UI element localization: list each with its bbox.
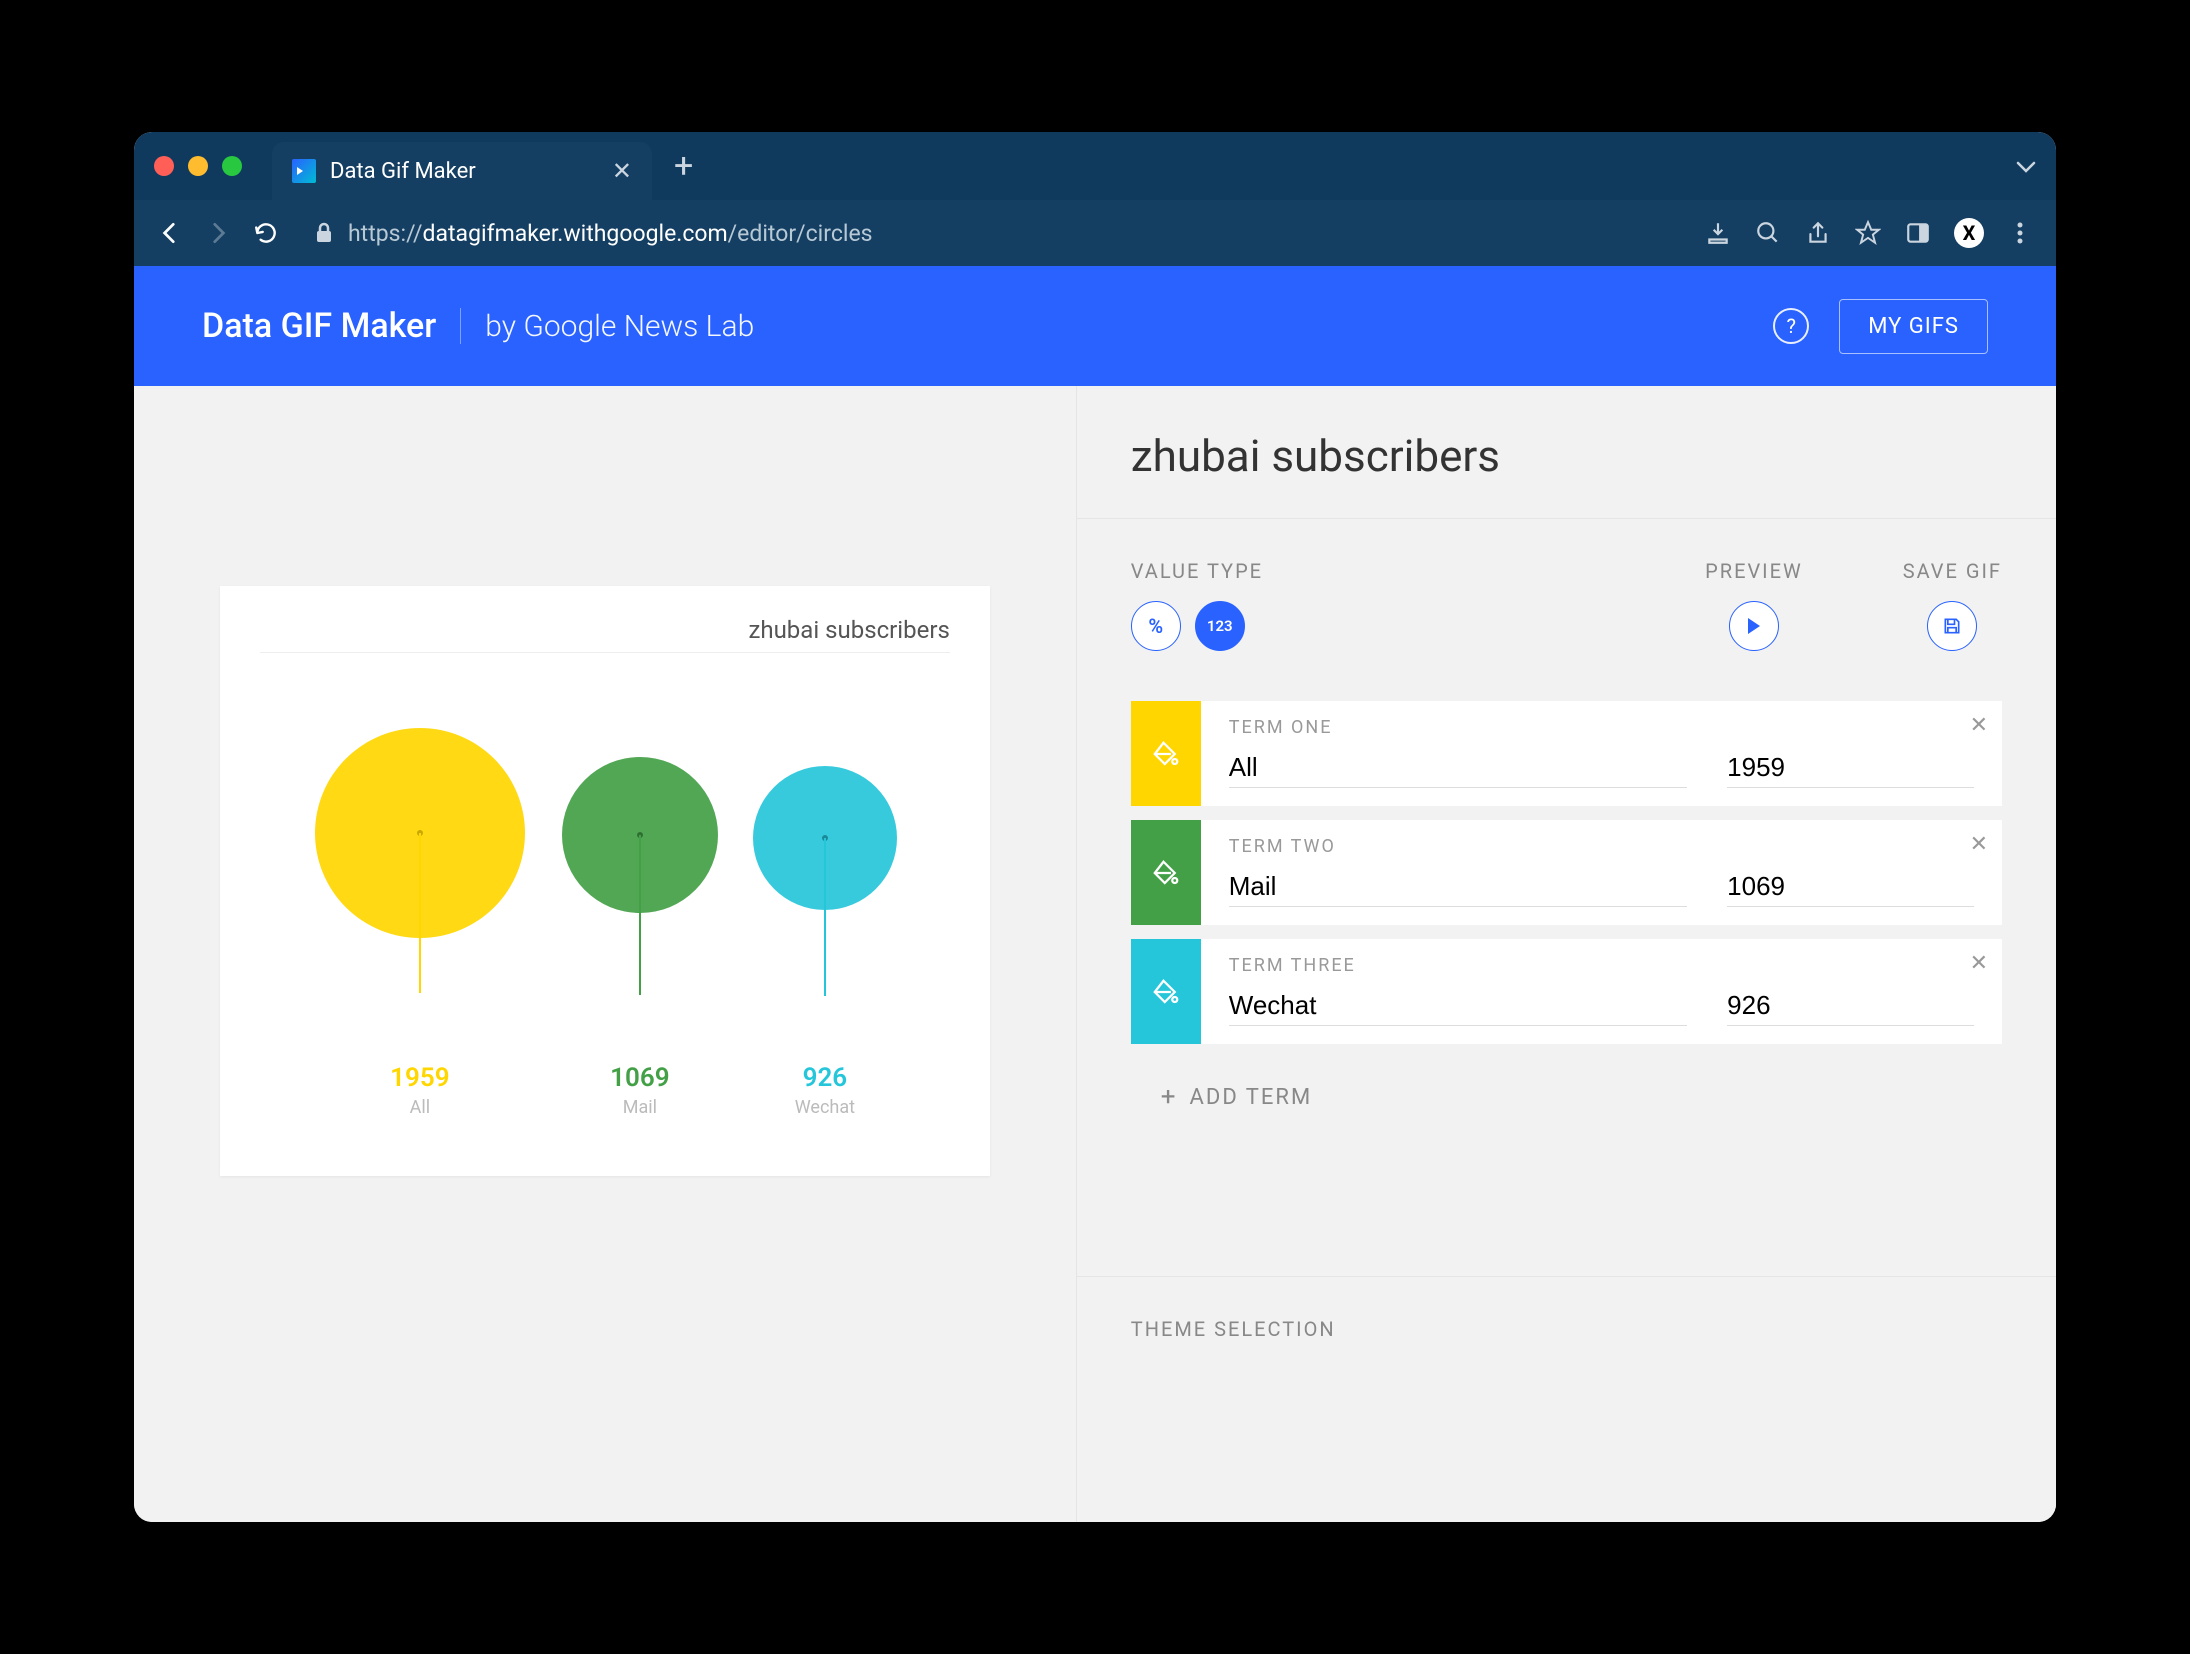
chart-value-0: 1959 All [310, 1063, 530, 1118]
plus-icon: + [1161, 1082, 1178, 1112]
term-value-input[interactable] [1727, 986, 1974, 1026]
help-icon[interactable]: ? [1773, 308, 1809, 344]
app-title: Data GIF Maker [202, 306, 436, 346]
value-type-label: VALUE TYPE [1131, 559, 1263, 583]
term-row-1: TERM ONE ✕ [1131, 701, 2002, 806]
share-icon[interactable] [1804, 220, 1832, 246]
save-button[interactable] [1927, 601, 1977, 651]
preview-label: PREVIEW [1705, 559, 1803, 583]
term-color-swatch[interactable] [1131, 939, 1201, 1044]
new-tab-button[interactable]: + [674, 146, 693, 186]
app-header: Data GIF Maker by Google News Lab ? MY G… [134, 266, 2056, 386]
term-color-swatch[interactable] [1131, 701, 1201, 806]
menu-icon[interactable] [2006, 221, 2034, 245]
forward-button[interactable] [204, 220, 232, 246]
tabs-chevron-icon[interactable] [2016, 154, 2036, 179]
bookmark-star-icon[interactable] [1854, 220, 1882, 246]
chart-stem [639, 835, 641, 995]
chart-circle-2 [750, 763, 900, 913]
chart-value-1: 1069 Mail [560, 1063, 720, 1118]
fill-icon [1151, 858, 1181, 888]
play-button[interactable] [1729, 601, 1779, 651]
preview-pane: zhubai subscribers [134, 386, 1076, 1522]
install-icon[interactable] [1704, 220, 1732, 246]
percent-button[interactable]: % [1131, 601, 1181, 651]
maximize-window-button[interactable] [222, 156, 242, 176]
chart-value-num: 1069 [560, 1063, 720, 1093]
chart-value-label: Mail [560, 1097, 720, 1118]
tab-favicon [292, 159, 316, 183]
save-icon [1942, 616, 1962, 636]
chart-title: zhubai subscribers [260, 616, 950, 653]
back-button[interactable] [156, 220, 184, 246]
fill-icon [1151, 977, 1181, 1007]
term-name-input[interactable] [1229, 867, 1687, 907]
address-bar[interactable]: https://datagifmaker.withgoogle.com/edit… [300, 220, 1684, 247]
add-term-label: ADD TERM [1190, 1085, 1313, 1110]
editor-title[interactable]: zhubai subscribers [1131, 430, 2002, 482]
term-name-input[interactable] [1229, 986, 1687, 1026]
term-remove-icon[interactable]: ✕ [1970, 713, 1988, 738]
term-label: TERM THREE [1229, 955, 1974, 976]
chart-values: 1959 All 1069 Mail 926 Wechat [260, 1063, 950, 1118]
editor-title-row: zhubai subscribers [1077, 386, 2056, 519]
close-window-button[interactable] [154, 156, 174, 176]
chart-circle-0 [310, 723, 530, 943]
profile-avatar[interactable]: X [1954, 218, 1984, 248]
term-row-2: TERM TWO ✕ [1131, 820, 2002, 925]
minimize-window-button[interactable] [188, 156, 208, 176]
number-button[interactable]: 123 [1195, 601, 1245, 651]
titlebar: Data Gif Maker ✕ + [134, 132, 2056, 200]
term-value-input[interactable] [1727, 748, 1974, 788]
term-color-swatch[interactable] [1131, 820, 1201, 925]
value-type-group: VALUE TYPE % 123 [1131, 559, 1263, 651]
chart-value-label: All [310, 1097, 530, 1118]
term-name-input[interactable] [1229, 748, 1687, 788]
chart-value-num: 1959 [310, 1063, 530, 1093]
url-text: https://datagifmaker.withgoogle.com/edit… [348, 220, 873, 247]
term-label: TERM TWO [1229, 836, 1974, 857]
theme-selection-label: THEME SELECTION [1131, 1317, 1336, 1341]
add-term-button[interactable]: + ADD TERM [1131, 1058, 2002, 1136]
theme-selection-section[interactable]: THEME SELECTION [1077, 1276, 2056, 1381]
chart-card: zhubai subscribers [220, 586, 990, 1176]
app-subtitle: by Google News Lab [485, 309, 754, 344]
tab-title: Data Gif Maker [330, 159, 476, 184]
term-label: TERM ONE [1229, 717, 1974, 738]
editor-controls: VALUE TYPE % 123 PREVIEW SAVE GIF [1077, 519, 2056, 701]
save-group: SAVE GIF [1903, 559, 2002, 651]
zoom-icon[interactable] [1754, 220, 1782, 246]
chart-stem [419, 833, 421, 993]
term-remove-icon[interactable]: ✕ [1970, 832, 1988, 857]
browser-toolbar: https://datagifmaker.withgoogle.com/edit… [134, 200, 2056, 266]
main: zhubai subscribers [134, 386, 2056, 1522]
tab-close-icon[interactable]: ✕ [612, 157, 632, 185]
chart-stem [824, 838, 826, 996]
browser-tab[interactable]: Data Gif Maker ✕ [272, 142, 652, 200]
browser-window: Data Gif Maker ✕ + https://datagifmaker.… [134, 132, 2056, 1522]
chart-area [260, 723, 950, 1053]
preview-group: PREVIEW [1705, 559, 1803, 651]
chart-circle-1 [560, 755, 720, 915]
terms-list: TERM ONE ✕ TERM TWO [1077, 701, 2056, 1136]
term-value-input[interactable] [1727, 867, 1974, 907]
chart-value-2: 926 Wechat [750, 1063, 900, 1118]
chart-value-num: 926 [750, 1063, 900, 1093]
traffic-lights [154, 156, 242, 176]
toolbar-right-icons: X [1704, 218, 2034, 248]
play-icon [1746, 617, 1762, 635]
term-row-3: TERM THREE ✕ [1131, 939, 2002, 1044]
chart-value-label: Wechat [750, 1097, 900, 1118]
panel-icon[interactable] [1904, 220, 1932, 246]
my-gifs-button[interactable]: MY GIFS [1839, 299, 1988, 354]
save-label: SAVE GIF [1903, 559, 2002, 583]
editor-pane: zhubai subscribers VALUE TYPE % 123 PREV… [1076, 386, 2056, 1522]
fill-icon [1151, 739, 1181, 769]
divider [460, 308, 461, 344]
term-remove-icon[interactable]: ✕ [1970, 951, 1988, 976]
reload-button[interactable] [252, 220, 280, 246]
lock-icon [314, 221, 334, 245]
